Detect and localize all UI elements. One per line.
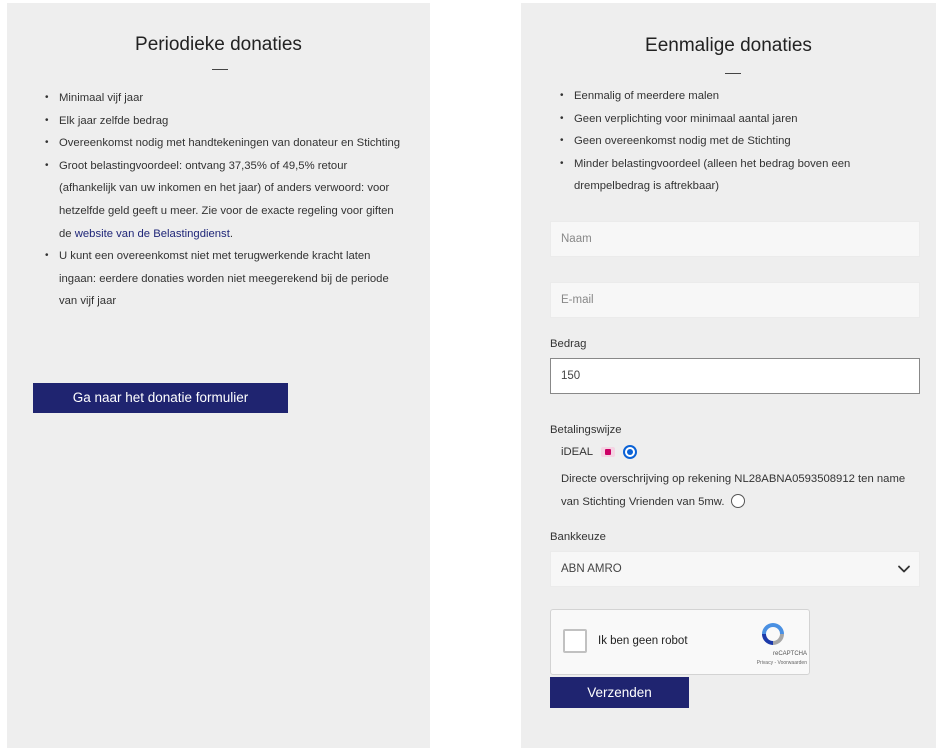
captcha-checkbox[interactable] [563, 629, 587, 653]
title-divider [212, 69, 228, 70]
payment-option-ideal[interactable]: iDEAL [561, 442, 638, 462]
chevron-down-icon [898, 565, 910, 573]
list-item: Geen overeenkomst nodig met de Stichting [558, 130, 908, 153]
bank-select-value: ABN AMRO [561, 563, 622, 575]
ideal-logo-icon [601, 447, 616, 457]
recaptcha-widget: Ik ben geen robot reCAPTCHA Privacy - Vo… [550, 609, 810, 675]
periodic-donations-list: Minimaal vijf jaar Elk jaar zelfde bedra… [43, 87, 403, 313]
list-item: Minimaal vijf jaar [43, 87, 403, 110]
captcha-label: Ik ben geen robot [598, 635, 688, 647]
name-input[interactable] [550, 221, 920, 257]
list-item: Elk jaar zelfde bedrag [43, 110, 403, 133]
payment-method-label: Betalingswijze [550, 424, 622, 436]
recaptcha-logo-icon [762, 623, 784, 645]
belastingdienst-link[interactable]: website van de Belastingdienst [75, 228, 230, 240]
captcha-brand: reCAPTCHA [772, 651, 807, 657]
payment-option-transfer[interactable]: Directe overschrijving op rekening NL28A… [561, 468, 921, 513]
one-time-donations-title: Eenmalige donaties [645, 35, 812, 56]
list-item: Geen verplichting voor minimaal aantal j… [558, 108, 908, 131]
submit-button[interactable]: Verzenden [550, 677, 689, 708]
periodic-donations-title: Periodieke donaties [135, 34, 302, 55]
bank-choice-label: Bankkeuze [550, 531, 606, 543]
list-item: Eenmalig of meerdere malen [558, 85, 908, 108]
link-suffix: . [229, 227, 233, 240]
list-item: Groot belastingvoordeel: ontvang 37,35% … [43, 155, 403, 245]
title-divider [725, 73, 741, 74]
ideal-label: iDEAL [561, 446, 594, 458]
bank-select[interactable]: ABN AMRO [550, 551, 920, 587]
ideal-radio[interactable] [623, 445, 638, 459]
go-to-donation-form-button[interactable]: Ga naar het donatie formulier [33, 383, 288, 413]
list-item: Minder belastingvoordeel (alleen het bed… [558, 153, 908, 198]
captcha-privacy-links[interactable]: Privacy - Voorwaarden [727, 660, 807, 666]
list-item: Overeenkomst nodig met handtekeningen va… [43, 132, 403, 155]
one-time-donations-list: Eenmalig of meerdere malen Geen verplich… [558, 85, 908, 198]
list-item: U kunt een overeenkomst niet met terugwe… [43, 245, 403, 313]
amount-input[interactable] [550, 358, 920, 394]
transfer-radio[interactable] [730, 493, 745, 508]
amount-label: Bedrag [550, 338, 587, 350]
email-input[interactable] [550, 282, 920, 318]
